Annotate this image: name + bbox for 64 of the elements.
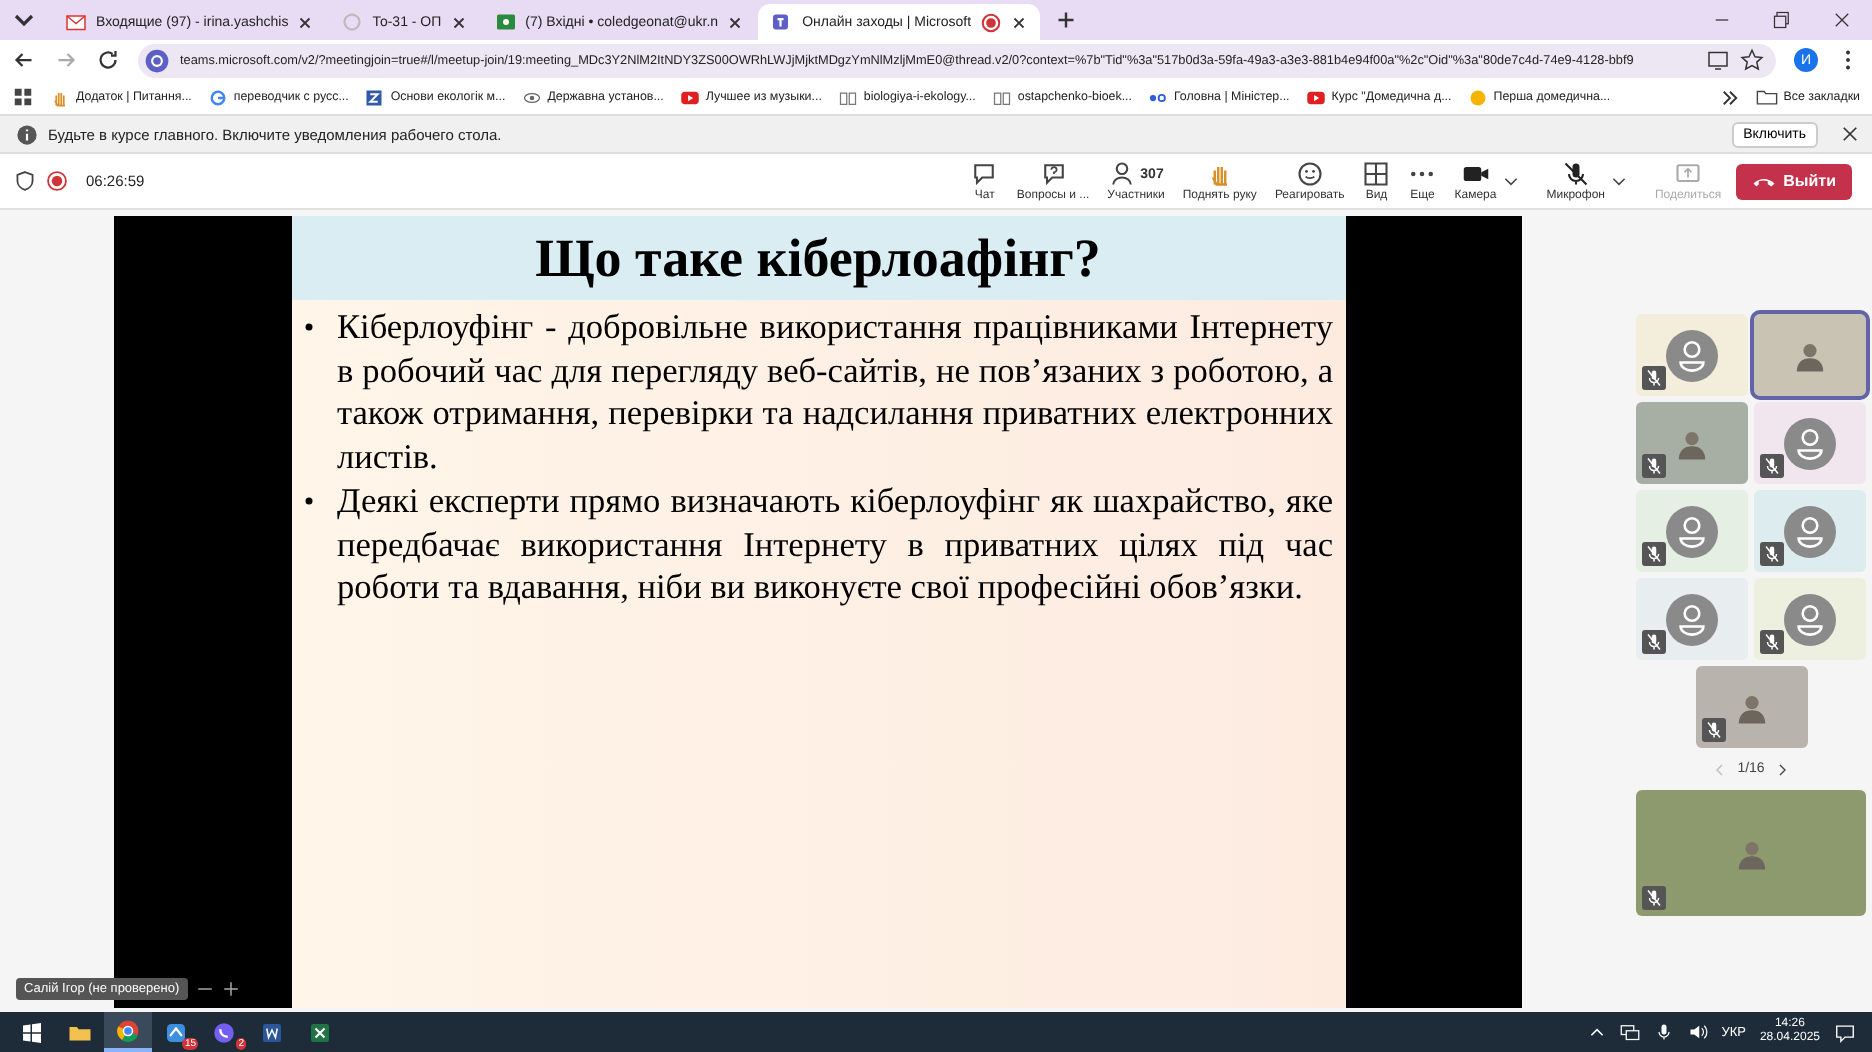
bullet-icon [301,493,315,508]
address-field[interactable] [138,43,1776,77]
book-icon [991,87,1012,107]
bullet-text: Деякі експерти прямо визначають кіберлоуфінг як шахрайство, яке передбачає використання Інтернету в приватних цілях під час роботи та вдавання, ніби ви виконуєте свої професійні обов’язки. [337,479,1333,610]
mic-off-icon [1561,160,1590,188]
app-icon [164,1019,188,1045]
install-app-icon[interactable] [1706,48,1730,72]
back-icon[interactable] [12,48,36,72]
envelope-icon [64,10,88,34]
book-icon [837,87,858,107]
excel-icon [308,1019,332,1045]
shield-icon [14,170,36,192]
restore-icon[interactable] [1772,10,1792,30]
site-info-icon[interactable] [144,47,170,73]
share-screen-icon [1674,160,1703,188]
phone-chat-icon [212,1019,236,1045]
chevron-up-icon[interactable] [1587,1023,1606,1041]
recording-icon [979,11,1002,33]
apps-grid-icon[interactable] [12,86,34,108]
grid-icon [1362,160,1391,188]
close-icon[interactable] [449,13,468,31]
folder-icon [1755,86,1778,108]
circle-icon [340,10,365,34]
google-g-icon [207,87,228,107]
windows-start-icon [20,1019,44,1045]
notifications-icon[interactable] [1834,1021,1856,1043]
new-tab-icon[interactable] [1053,8,1078,32]
play-icon [679,87,700,107]
word-icon [260,1019,284,1045]
slide-title: Що таке кіберлоафінг? [291,216,1345,300]
chat-icon [970,160,999,188]
close-window-icon[interactable] [1832,10,1852,30]
speaker-icon[interactable] [1687,1022,1708,1042]
letter-z-icon [364,87,385,107]
info-icon [16,123,38,145]
close-icon[interactable] [1009,13,1028,31]
next-page-icon[interactable] [1774,761,1791,777]
circle-icon [1467,87,1488,107]
bullet-icon [301,320,315,334]
question-bubble-icon [1039,160,1068,188]
close-icon[interactable] [296,13,315,31]
smiley-icon [1295,160,1324,188]
close-icon[interactable] [726,13,745,31]
chevron-icon[interactable] [1719,87,1740,107]
eye-icon [521,87,542,107]
network-icon[interactable] [1619,1022,1640,1042]
play-icon [1305,87,1326,107]
leave-button[interactable]: Выйти [1735,163,1852,199]
bullet-text: Кіберлоуфінг - добровільне використання працівниками Інтернету в робочий час для перегляду веб-сайтів, не пов’язаних з роботою, а також отримання, перевірки та надсилання приватних електронних листів. [337,306,1333,480]
chrome-icon [116,1017,140,1043]
board-icon [493,10,518,34]
hand-icon [50,87,70,107]
avatar-icon [1666,593,1718,645]
person-icon [1108,160,1137,188]
avatar-icon [1784,505,1836,557]
avatar-icon [1666,329,1718,381]
reload-icon[interactable] [96,48,120,72]
avatar-icon [1784,593,1836,645]
avatar-icon [1784,417,1836,469]
close-icon[interactable] [1840,124,1860,144]
microphone-icon[interactable] [1653,1022,1674,1042]
bookmark-star-icon[interactable] [1740,48,1764,72]
avatar-icon [1666,505,1718,557]
zoom-in-icon[interactable] [221,980,240,998]
